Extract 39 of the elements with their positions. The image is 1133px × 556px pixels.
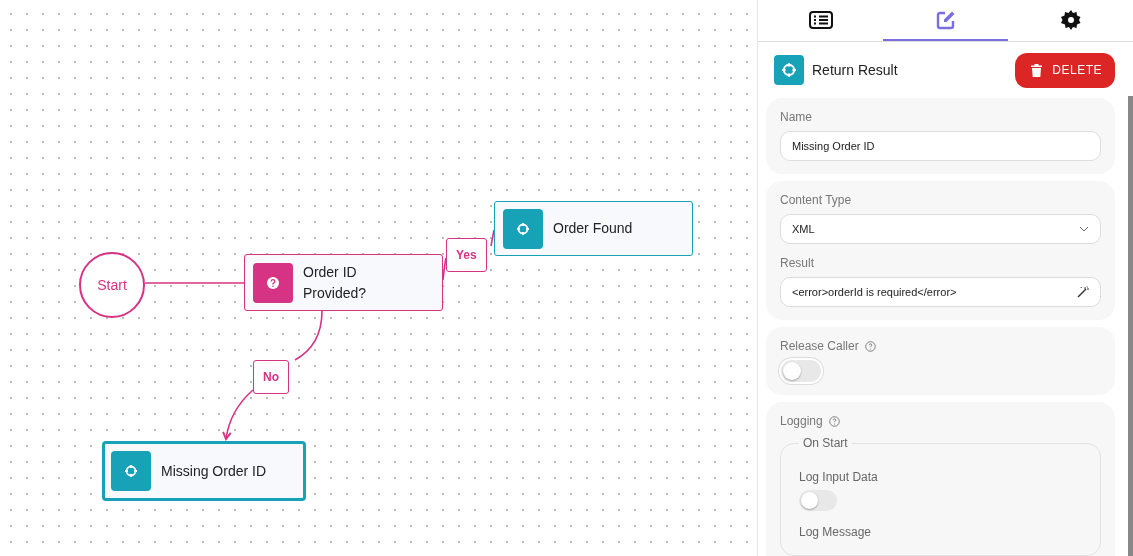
release-caller-toggle[interactable] — [781, 360, 821, 382]
node-label: Order Found — [553, 219, 633, 238]
node-label: Missing Order ID — [161, 461, 267, 481]
group-legend: On Start — [799, 436, 852, 450]
edge-label: No — [253, 360, 289, 394]
edge-label: Yes — [446, 238, 487, 272]
result-field[interactable]: <error>orderId is required</error> — [780, 277, 1101, 307]
name-field[interactable]: Missing Order ID — [780, 131, 1101, 161]
crosshair-icon — [111, 451, 151, 491]
question-icon — [253, 262, 293, 303]
result-node[interactable]: Missing Order ID — [102, 441, 306, 501]
connector-line — [294, 310, 323, 361]
field-label: Release Caller — [780, 339, 1101, 353]
delete-button[interactable]: DELETE — [1015, 52, 1115, 88]
node-label: Order ID Provided? — [303, 262, 368, 303]
list-icon — [808, 10, 833, 29]
field-label: Result — [780, 256, 815, 270]
connector-arrow — [222, 389, 254, 440]
decision-node[interactable]: Order ID Provided? — [244, 254, 443, 311]
start-node[interactable]: Start — [79, 252, 145, 318]
help-icon — [828, 415, 840, 427]
chevron-down-icon — [1079, 226, 1089, 232]
magic-wand-icon — [1077, 286, 1089, 298]
field-label: Logging — [780, 414, 1101, 428]
trash-icon — [1031, 63, 1043, 77]
field-label: Log Input Data — [799, 470, 879, 484]
crosshair-icon — [503, 208, 543, 249]
crosshair-icon — [774, 55, 804, 85]
connector-line — [442, 229, 495, 281]
field-label: Content Type — [780, 193, 853, 207]
panel-title: Return Result — [812, 62, 899, 78]
help-icon — [864, 340, 876, 352]
field-label: Log Message — [799, 525, 873, 539]
log-input-data-toggle[interactable] — [799, 490, 837, 511]
content-type-select[interactable]: XML — [780, 214, 1101, 244]
field-label: Name — [780, 110, 813, 124]
result-node[interactable]: Order Found — [494, 201, 693, 256]
scrollbar-thumb[interactable] — [1128, 96, 1133, 556]
settings-icon — [1059, 8, 1082, 31]
